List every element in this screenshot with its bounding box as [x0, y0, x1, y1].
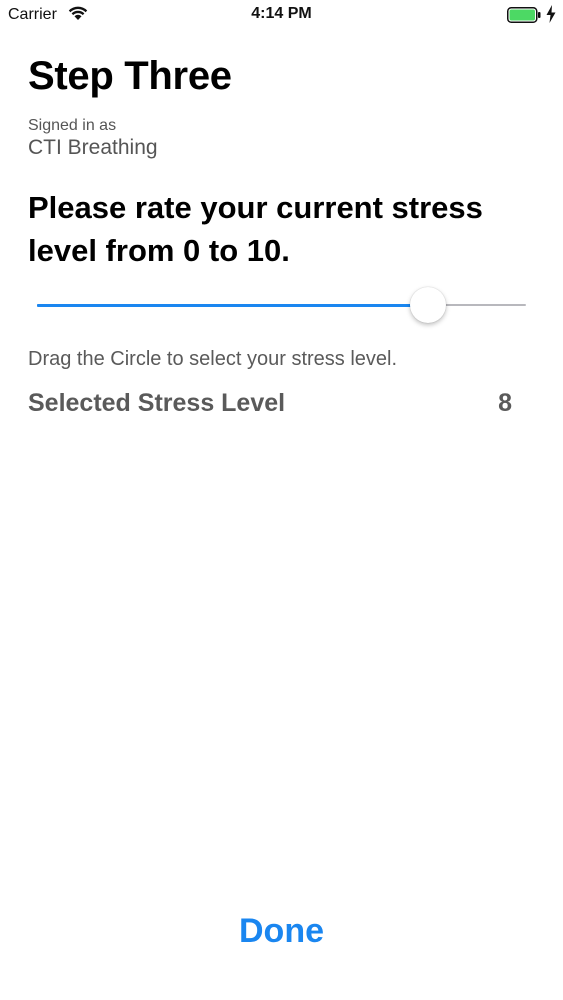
battery-icon — [507, 7, 541, 23]
stress-question: Please rate your current stress level fr… — [28, 190, 483, 268]
selected-stress-label: Selected Stress Level — [28, 389, 286, 417]
charging-bolt-icon — [546, 5, 556, 23]
signed-in-label: Signed in as — [28, 117, 117, 134]
slider-instructions: Drag the Circle to select your stress le… — [28, 348, 398, 370]
status-bar: Carrier 4:14 PM — [0, 0, 563, 30]
slider-fill — [37, 304, 429, 307]
done-button[interactable]: Done — [0, 912, 563, 951]
page-title: Step Three — [28, 54, 232, 98]
selected-stress-value: 8 — [498, 389, 512, 417]
slider-thumb[interactable] — [410, 287, 447, 323]
screen: Carrier 4:14 PM Step Three Signed in as … — [0, 0, 563, 1000]
stress-slider[interactable] — [37, 286, 526, 326]
status-time: 4:14 PM — [251, 5, 312, 22]
signed-in-user: CTI Breathing — [28, 136, 158, 159]
